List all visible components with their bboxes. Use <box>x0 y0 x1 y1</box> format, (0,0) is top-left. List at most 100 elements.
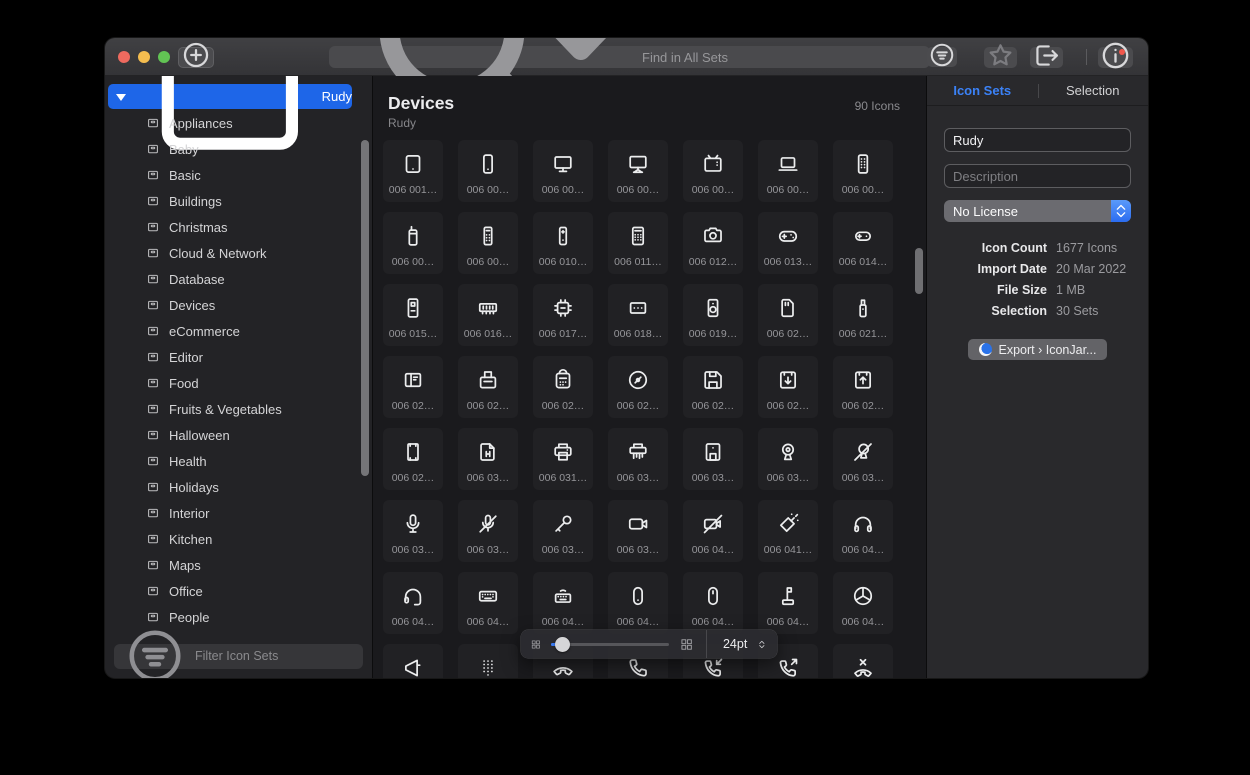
icon-cell[interactable]: 006 04… <box>383 572 443 634</box>
icon-cell[interactable]: 006 03… <box>458 500 518 562</box>
icon-cell[interactable]: 006 02… <box>608 356 668 418</box>
icon-cell[interactable]: 006 031… <box>533 428 593 490</box>
sidebar-item-devices[interactable]: Devices <box>105 292 372 318</box>
icon-cell[interactable]: 006 00… <box>458 212 518 274</box>
icon-cell[interactable] <box>458 644 518 678</box>
sidebar-item-christmas[interactable]: Christmas <box>105 214 372 240</box>
sidebar-item-rudy-folder[interactable]: Rudy <box>108 84 352 109</box>
sidebar-item-editor[interactable]: Editor <box>105 344 372 370</box>
icon-cell[interactable]: 006 04… <box>533 572 593 634</box>
sidebar-item-kitchen[interactable]: Kitchen <box>105 526 372 552</box>
icon-cell[interactable]: 006 02… <box>383 356 443 418</box>
icon-cell[interactable]: 006 03… <box>608 428 668 490</box>
info-panel-button[interactable] <box>1098 47 1133 68</box>
icon-cell[interactable]: 006 04… <box>608 572 668 634</box>
sidebar-item-cloud-network[interactable]: Cloud & Network <box>105 240 372 266</box>
icon-cell[interactable]: 006 00… <box>533 140 593 202</box>
icon-cell[interactable]: 006 017… <box>533 284 593 346</box>
icon-cell[interactable]: 006 00… <box>383 212 443 274</box>
disclosure-triangle-icon[interactable] <box>116 94 126 101</box>
icon-cell[interactable]: 006 021… <box>833 284 893 346</box>
icon-cell[interactable]: 006 03… <box>833 428 893 490</box>
sidebar-item-holidays[interactable]: Holidays <box>105 474 372 500</box>
icon-cell[interactable]: 006 04… <box>683 500 743 562</box>
icon-cell[interactable]: 006 018… <box>608 284 668 346</box>
icon-cell[interactable]: 006 04… <box>833 500 893 562</box>
icon-cell[interactable]: 006 03… <box>758 428 818 490</box>
icon-cell[interactable]: 006 011… <box>608 212 668 274</box>
sidebar-item-buildings[interactable]: Buildings <box>105 188 372 214</box>
export-iconjar-button[interactable]: Export › IconJar... <box>968 339 1108 360</box>
icon-cell[interactable]: 006 02… <box>383 428 443 490</box>
export-toolbar-button[interactable] <box>1030 47 1063 68</box>
icon-cell[interactable]: 006 02… <box>683 356 743 418</box>
global-search-field[interactable] <box>329 46 930 68</box>
icon-cell[interactable]: 006 03… <box>683 428 743 490</box>
icon-cell[interactable]: 006 00… <box>458 140 518 202</box>
dropdown-stepper[interactable] <box>1111 200 1131 222</box>
icon-cell[interactable]: 006 02… <box>758 356 818 418</box>
license-dropdown[interactable]: No License <box>944 200 1131 222</box>
speaker-icon <box>700 295 726 321</box>
icon-count-label: 90 Icons <box>855 99 900 113</box>
sidebar-scrollbar-thumb[interactable] <box>361 140 369 476</box>
icon-cell[interactable]: 006 03… <box>383 500 443 562</box>
tab-selection[interactable]: Selection <box>1038 83 1149 98</box>
icon-cell[interactable] <box>833 644 893 678</box>
icon-cell[interactable]: 006 010… <box>533 212 593 274</box>
icon-cell[interactable]: 006 00… <box>758 140 818 202</box>
icon-cell[interactable]: 006 013… <box>758 212 818 274</box>
icon-cell[interactable]: 006 041… <box>758 500 818 562</box>
favorite-button[interactable] <box>984 47 1017 68</box>
icon-cell[interactable]: 006 00… <box>608 140 668 202</box>
icon-cell[interactable]: 006 02… <box>833 356 893 418</box>
icon-cell[interactable]: 006 019… <box>683 284 743 346</box>
icon-cell[interactable]: 006 04… <box>758 572 818 634</box>
icon-set-label: Appliances <box>169 116 233 131</box>
search-filter-button[interactable] <box>927 47 957 67</box>
icon-cell[interactable]: 006 015… <box>383 284 443 346</box>
tab-icon-sets[interactable]: Icon Sets <box>927 83 1038 98</box>
icon-size-slider[interactable] <box>551 637 669 652</box>
main-scrollbar-thumb[interactable] <box>915 248 923 294</box>
point-size-stepper[interactable] <box>756 638 768 651</box>
icon-cell[interactable]: 006 00… <box>833 140 893 202</box>
icon-cell[interactable]: 006 02… <box>458 356 518 418</box>
sidebar-item-fruits-vegetables[interactable]: Fruits & Vegetables <box>105 396 372 422</box>
icon-cell[interactable]: 006 03… <box>608 500 668 562</box>
set-name-field[interactable] <box>944 128 1131 152</box>
search-input[interactable] <box>642 50 922 65</box>
sidebar-item-interior[interactable]: Interior <box>105 500 372 526</box>
icon-cell-label: 006 03… <box>617 473 660 484</box>
icon-cell[interactable]: 006 04… <box>683 572 743 634</box>
filter-icon-sets-field[interactable] <box>114 644 363 669</box>
minimize-window-button[interactable] <box>138 51 150 63</box>
sidebar-item-office[interactable]: Office <box>105 578 372 604</box>
icon-cell[interactable] <box>383 644 443 678</box>
icon-cell[interactable]: 006 001… <box>383 140 443 202</box>
sidebar-item-food[interactable]: Food <box>105 370 372 396</box>
slider-knob[interactable] <box>555 637 570 652</box>
icon-cell[interactable]: 006 014… <box>833 212 893 274</box>
icon-cell[interactable]: 006 03… <box>533 500 593 562</box>
sidebar-item-ecommerce[interactable]: eCommerce <box>105 318 372 344</box>
icon-cell[interactable]: 006 012… <box>683 212 743 274</box>
icon-size-bar: 24pt <box>521 630 777 658</box>
icon-cell[interactable]: 006 00… <box>683 140 743 202</box>
close-window-button[interactable] <box>118 51 130 63</box>
icon-cell[interactable]: 006 02… <box>533 356 593 418</box>
zoom-window-button[interactable] <box>158 51 170 63</box>
info-value: 1 MB <box>1056 284 1085 297</box>
sidebar-item-halloween[interactable]: Halloween <box>105 422 372 448</box>
icon-cell[interactable]: 006 04… <box>458 572 518 634</box>
filter-input[interactable] <box>195 649 356 663</box>
sidebar-item-maps[interactable]: Maps <box>105 552 372 578</box>
sidebar-item-health[interactable]: Health <box>105 448 372 474</box>
icon-cell[interactable]: 006 016… <box>458 284 518 346</box>
icon-cell[interactable]: 006 02… <box>758 284 818 346</box>
sidebar-item-database[interactable]: Database <box>105 266 372 292</box>
icon-cell[interactable]: 006 03… <box>458 428 518 490</box>
add-set-button[interactable] <box>178 47 214 68</box>
set-description-field[interactable] <box>944 164 1131 188</box>
icon-cell[interactable]: 006 04… <box>833 572 893 634</box>
